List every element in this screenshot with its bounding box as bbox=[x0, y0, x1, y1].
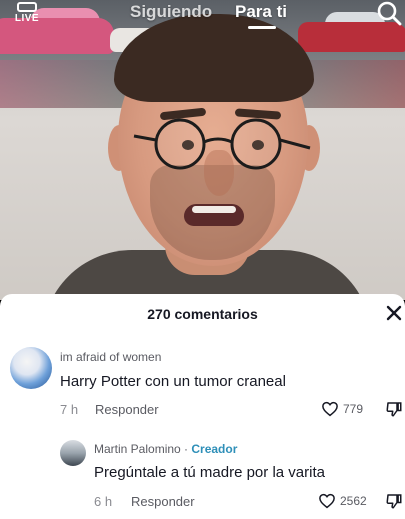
live-icon bbox=[17, 2, 37, 12]
comment-time: 7 h bbox=[60, 402, 79, 417]
glasses-icon bbox=[133, 118, 311, 170]
reply-button[interactable]: Responder bbox=[131, 494, 195, 509]
heart-icon[interactable] bbox=[321, 400, 339, 418]
dislike-icon[interactable] bbox=[385, 492, 403, 510]
avatar[interactable] bbox=[10, 347, 52, 389]
heart-icon[interactable] bbox=[318, 492, 336, 510]
tab-following[interactable]: Siguiendo bbox=[130, 2, 212, 22]
like-count: 779 bbox=[343, 402, 364, 416]
reply-button[interactable]: Responder bbox=[95, 402, 159, 417]
tab-for-you[interactable]: Para ti bbox=[235, 2, 287, 22]
comments-count-title: 270 comentarios bbox=[147, 306, 258, 322]
comments-sheet: 270 comentarios im afraid of women Harry… bbox=[0, 294, 405, 519]
dislike-icon[interactable] bbox=[385, 400, 403, 418]
comment-username-row: Martin Palomino · Creador bbox=[94, 442, 237, 456]
active-tab-indicator bbox=[248, 26, 276, 29]
close-icon[interactable] bbox=[385, 304, 403, 322]
video-player[interactable] bbox=[0, 0, 405, 300]
live-label: LIVE bbox=[14, 13, 40, 24]
username-separator: · bbox=[180, 442, 192, 456]
comment-text: Pregúntale a tú madre por la varita bbox=[94, 464, 325, 481]
top-navigation: LIVE Siguiendo Para ti bbox=[0, 0, 405, 36]
comment-text: Harry Potter con un tumor craneal bbox=[60, 373, 286, 390]
avatar[interactable] bbox=[60, 440, 86, 466]
comment-username[interactable]: Martin Palomino bbox=[94, 442, 181, 456]
creator-badge: Creador bbox=[191, 442, 238, 456]
search-icon[interactable] bbox=[376, 0, 402, 26]
comment-username[interactable]: im afraid of women bbox=[60, 350, 161, 364]
comment-time: 6 h bbox=[94, 494, 113, 509]
like-count: 2562 bbox=[340, 494, 367, 508]
live-button[interactable]: LIVE bbox=[12, 2, 42, 26]
person-teeth bbox=[192, 206, 236, 213]
